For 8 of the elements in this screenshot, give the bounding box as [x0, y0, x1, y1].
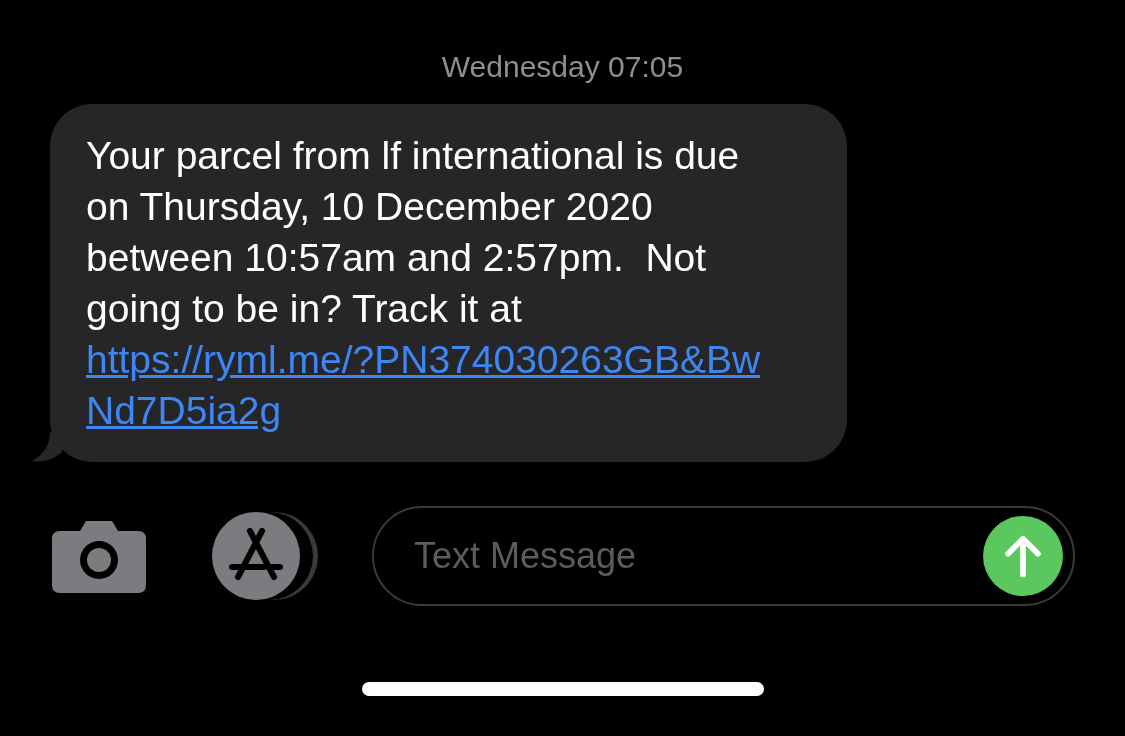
- message-text: Your parcel from lf international is due on Thursday, 10 December 2020 between 10:57am and 2:57pm. Not going to be in? Track it at https://ryml.me/?PN374030263GB&BwNd7D5ia2g: [86, 134, 781, 436]
- message-input[interactable]: Text Message: [412, 534, 983, 578]
- tracking-link[interactable]: https://ryml.me/?PN374030263GB&BwNd7D5ia2g: [86, 334, 781, 436]
- timestamp: Wednesday 07:05: [441, 50, 684, 84]
- app-store-icon[interactable]: [212, 511, 318, 601]
- send-button[interactable]: [983, 516, 1063, 596]
- camera-icon[interactable]: [52, 519, 146, 593]
- message-field[interactable]: Text Message: [372, 506, 1075, 606]
